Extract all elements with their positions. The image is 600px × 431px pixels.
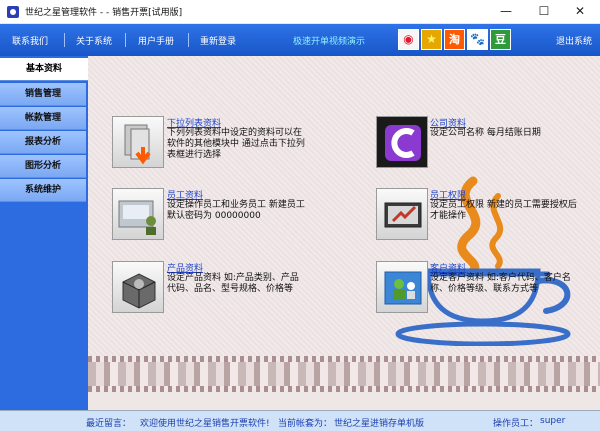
- title-bar: 世纪之星管理软件 - - 销售开票[试用版] — ☐ ✕: [0, 0, 600, 24]
- tile-desc-staff: 设定操作员工和业务员工 新建员工默认密码为 00000000: [167, 200, 305, 221]
- decorative-border-top: [88, 356, 600, 362]
- app-icon: [7, 6, 19, 18]
- top-menu-bar: 联系我们 关于系统 用户手册 重新登录 极速开单视频演示 ◉ ★ 淘 🐾 豆 退…: [0, 24, 600, 56]
- decorative-border-bottom: [88, 386, 600, 392]
- nav-system-maintenance[interactable]: 系统维护: [0, 179, 86, 202]
- douban-icon[interactable]: 豆: [490, 29, 511, 50]
- status-account-label: 当前帐套为：: [278, 419, 333, 429]
- tile-desc-products: 设定产品资料 如:产品类别、产品代码、品名、型号规格、价格等: [167, 273, 299, 294]
- status-message-label: 最近留言：: [86, 419, 132, 429]
- status-operator-label: 操作员工：: [493, 419, 539, 429]
- close-button[interactable]: ✕: [562, 0, 598, 22]
- menu-separator: [188, 33, 189, 47]
- menu-separator: [64, 33, 65, 47]
- taobao-icon[interactable]: 淘: [444, 29, 465, 50]
- nav-basic-data[interactable]: 基本资料: [0, 58, 88, 81]
- nav-sales-management[interactable]: 销售管理: [0, 83, 86, 106]
- company-logo-icon[interactable]: [376, 116, 428, 168]
- minimize-button[interactable]: —: [488, 0, 524, 22]
- exit-system-button[interactable]: 退出系统: [556, 34, 592, 47]
- window-title: 世纪之星管理软件 - - 销售开票[试用版]: [25, 8, 183, 18]
- video-demo-link[interactable]: 极速开单视频演示: [293, 34, 365, 47]
- nav-accounts-management[interactable]: 帐款管理: [0, 107, 86, 130]
- left-nav: 基本资料 销售管理 帐款管理 报表分析 图形分析 系统维护: [0, 56, 88, 410]
- menu-contact-us[interactable]: 联系我们: [12, 34, 48, 47]
- main-panel: 下拉列表资料 下列列表资料中设定的资料可以在软件的其他模块中 通过点击下拉列表框…: [88, 56, 600, 410]
- baidu-paw-icon[interactable]: 🐾: [467, 29, 488, 50]
- status-message: 欢迎使用世纪之星销售开票软件!: [140, 419, 270, 429]
- nav-report-analysis[interactable]: 报表分析: [0, 131, 86, 154]
- menu-relogin[interactable]: 重新登录: [200, 34, 236, 47]
- product-box-icon[interactable]: [112, 261, 164, 313]
- menu-separator: [125, 33, 126, 47]
- tile-desc-company: 设定公司名称 每月结账日期: [430, 128, 541, 138]
- customer-people-icon[interactable]: [376, 261, 428, 313]
- star-icon[interactable]: ★: [421, 29, 442, 50]
- tile-desc-permissions: 设定员工权限 新建的员工需要授权后才能操作: [430, 200, 577, 221]
- tile-desc-dropdown-list: 下列列表资料中设定的资料可以在软件的其他模块中 通过点击下拉列表框进行选择: [167, 128, 305, 160]
- staff-folder-icon[interactable]: [112, 188, 164, 240]
- menu-about-system[interactable]: 关于系统: [76, 34, 112, 47]
- status-operator: super: [540, 416, 566, 426]
- nav-chart-analysis[interactable]: 图形分析: [0, 155, 86, 178]
- status-account: 世纪之星进销存单机版: [334, 419, 425, 429]
- menu-user-manual[interactable]: 用户手册: [138, 34, 174, 47]
- tile-desc-customers: 设定客户资料 如:客户代码、客户名称、价格等级、联系方式等: [430, 273, 571, 294]
- weibo-icon[interactable]: ◉: [398, 29, 419, 50]
- permission-pen-icon[interactable]: [376, 188, 428, 240]
- folder-arrow-icon[interactable]: [112, 116, 164, 168]
- maximize-button[interactable]: ☐: [526, 0, 562, 22]
- status-bar: 最近留言： 欢迎使用世纪之星销售开票软件! 当前帐套为： 世纪之星进销存单机版 …: [0, 410, 600, 431]
